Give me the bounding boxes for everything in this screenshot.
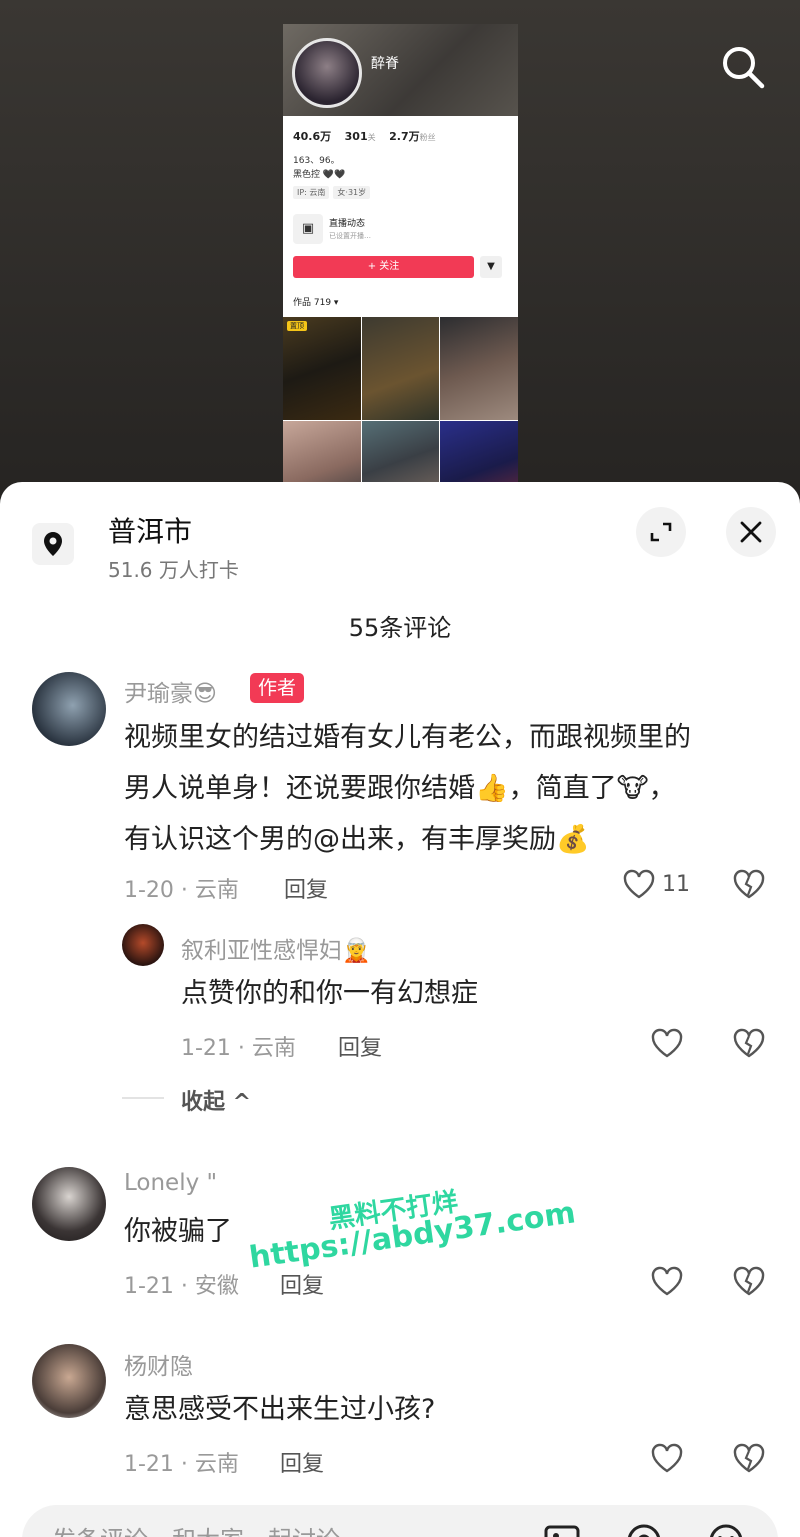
stat-label: 粉丝 — [419, 133, 436, 142]
bio-line: 黑色控 🖤🖤 — [293, 170, 346, 180]
broken-heart-icon[interactable] — [732, 1265, 766, 1297]
avatar[interactable] — [122, 924, 164, 966]
collapse-divider — [122, 1097, 164, 1099]
reply-button[interactable]: 回复 — [280, 1268, 324, 1300]
comment-text: 视频里女的结过婚有女儿有老公，而跟视频里的 — [124, 722, 691, 753]
profile-tag: IP: 云南 — [293, 186, 330, 199]
location-title[interactable]: 普洱市 — [108, 510, 192, 550]
follow-more-button: ▼ — [480, 256, 502, 278]
profile-screenshot: 醉脊 40.6万 301关 2.7万粉丝 163、96。 黑色控 🖤🖤 IP: … — [283, 24, 518, 494]
stat-value: 40.6万 — [293, 130, 332, 143]
comment-meta: 1-21 · 云南 — [181, 1036, 296, 1061]
stat-label: 关 — [367, 133, 376, 142]
comment-text: 有认识这个男的@出来，有丰厚奖励💰 — [124, 824, 590, 855]
live-sub: 已设置开播… — [329, 232, 371, 240]
heart-icon[interactable] — [650, 1265, 684, 1297]
bio-line: 163、96。 — [293, 156, 340, 166]
comment-username[interactable]: 叙利亚性感悍妇🧝 — [181, 931, 371, 965]
broken-heart-icon[interactable] — [732, 868, 766, 900]
stat-value: 2.7万 — [389, 130, 420, 143]
heart-icon[interactable] — [622, 868, 656, 900]
broken-heart-icon[interactable] — [732, 1442, 766, 1474]
comment-meta: 1-21 · 安徽 — [124, 1274, 239, 1299]
profile-name: 醉脊 — [371, 56, 399, 72]
profile-bio: 163、96。 黑色控 🖤🖤 — [293, 154, 345, 182]
comment-username[interactable]: Lonely " — [124, 1170, 217, 1196]
comment-text: 意思感受不出来生过小孩? — [124, 1394, 436, 1425]
expand-button[interactable] — [636, 507, 686, 557]
work-thumbnail — [440, 317, 518, 420]
works-grid: 置顶 — [283, 317, 518, 494]
search-icon[interactable] — [718, 42, 768, 92]
profile-avatar — [292, 38, 362, 108]
location-checkins: 51.6 万人打卡 — [108, 558, 239, 582]
expand-icon — [650, 522, 672, 542]
heart-icon[interactable] — [650, 1027, 684, 1059]
live-card: ▣ 直播动态 已设置开播… — [293, 212, 493, 246]
profile-stats: 40.6万 301关 2.7万粉丝 — [293, 128, 446, 144]
emoji-icon[interactable] — [706, 1521, 746, 1537]
works-label: 作品 719 ▾ — [293, 298, 339, 308]
reply-button[interactable]: 回复 — [284, 872, 328, 904]
pin-badge: 置顶 — [287, 321, 307, 331]
at-icon[interactable] — [624, 1521, 664, 1537]
collapse-replies-button[interactable]: 收起 ^ — [181, 1084, 251, 1116]
close-button[interactable] — [726, 507, 776, 557]
comment-input-placeholder[interactable]: 发条评论，和大家一起讨论 — [52, 1520, 340, 1537]
avatar[interactable] — [32, 672, 106, 746]
stat-value: 301 — [344, 130, 368, 143]
stage: { "profile": { "name": "醉脊", "sub": "", … — [0, 0, 800, 1537]
broken-heart-icon[interactable] — [732, 1027, 766, 1059]
comment-text: 点赞你的和你一有幻想症 — [181, 978, 478, 1009]
comment-username[interactable]: 杨财隐 — [124, 1347, 193, 1381]
comments-count: 55条评论 — [348, 614, 452, 642]
follow-button: + 关注 — [293, 256, 474, 278]
work-thumbnail — [361, 317, 440, 420]
comment-text: 你被骗了 — [124, 1216, 232, 1247]
live-title: 直播动态 — [329, 219, 366, 229]
work-thumbnail: 置顶 — [283, 317, 361, 420]
image-icon[interactable] — [542, 1521, 582, 1537]
comment-meta: 1-21 · 云南 — [124, 1452, 239, 1477]
avatar[interactable] — [32, 1167, 106, 1241]
location-pin-icon — [32, 523, 74, 565]
comment-text: 男人说单身！还说要跟你结婚👍，简直了🐮， — [124, 773, 676, 804]
tv-icon: ▣ — [293, 214, 323, 244]
reply-button[interactable]: 回复 — [280, 1446, 324, 1478]
avatar[interactable] — [32, 1344, 106, 1418]
author-badge: 作者 — [250, 673, 305, 703]
reply-button[interactable]: 回复 — [338, 1030, 382, 1062]
profile-tags: IP: 云南 女·31岁 — [293, 186, 371, 199]
close-icon — [740, 521, 762, 543]
comment-meta: 1-20 · 云南 — [124, 878, 239, 903]
comment-username[interactable]: 尹瑜豪😎 — [124, 674, 217, 708]
heart-icon[interactable] — [650, 1442, 684, 1474]
profile-tag: 女·31岁 — [333, 186, 371, 199]
like-count: 11 — [662, 872, 690, 897]
